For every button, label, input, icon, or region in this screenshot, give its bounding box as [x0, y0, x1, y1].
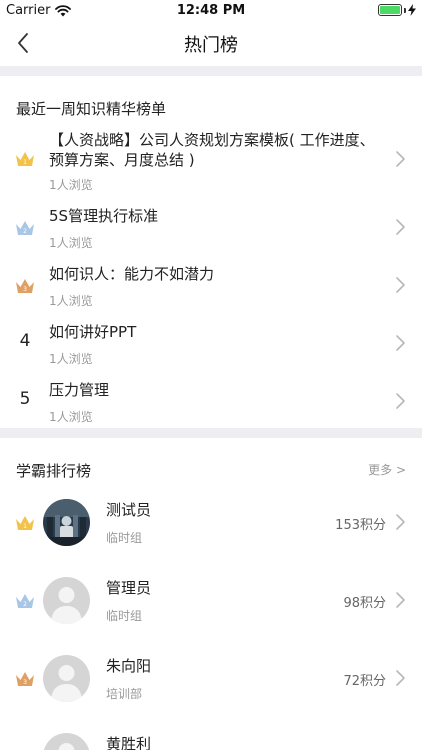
status-time: 12:48 PM: [176, 3, 246, 18]
chevron-right-icon: [396, 514, 405, 530]
section-divider: [0, 66, 422, 76]
chevron-right-icon: [396, 670, 405, 686]
user-group: 培训部: [106, 687, 143, 701]
photo-avatar-icon: [43, 499, 90, 546]
default-avatar-icon: [43, 733, 90, 750]
user-score: 72积分: [343, 674, 386, 689]
rank-number: 5: [19, 389, 31, 409]
svg-text:3: 3: [23, 679, 27, 686]
rank-badge: 5: [14, 388, 36, 410]
knowledge-item-3[interactable]: 3 如何识人：能力不如潜力 1人浏览: [0, 264, 422, 314]
battery-charging-icon: [378, 4, 416, 16]
user-score: 153积分: [335, 518, 386, 533]
leaderboard-row-1[interactable]: 1 测试员 临时组 153积分: [0, 484, 422, 562]
rank-badge: 3: [14, 668, 36, 690]
crown-gold-icon: 1: [16, 516, 34, 530]
svg-text:2: 2: [23, 228, 27, 235]
leaderboard-section-title: 学霸排行榜: [16, 462, 92, 480]
crown-silver-icon: 2: [16, 594, 34, 608]
rank-badge: 4: [14, 330, 36, 352]
user-name: 管理员: [106, 579, 152, 597]
avatar: [43, 655, 90, 702]
svg-text:1: 1: [23, 159, 27, 166]
knowledge-item-5[interactable]: 5 压力管理 1人浏览: [0, 380, 422, 430]
rank-badge: 3: [14, 275, 36, 297]
knowledge-section-title: 最近一周知识精华榜单: [16, 100, 167, 118]
chevron-right-icon: [396, 277, 405, 293]
crown-bronze-icon: 3: [16, 672, 34, 686]
chevron-right-icon: [396, 219, 405, 235]
knowledge-item-title: 如何讲好PPT: [49, 323, 137, 341]
knowledge-item-1[interactable]: 1 【人资战略】公司人资规划方案模板( 工作进度、预算方案、月度总结 ) 1人浏…: [0, 128, 422, 196]
knowledge-item-2[interactable]: 2 5S管理执行标准 1人浏览: [0, 206, 422, 256]
view-count: 1人浏览: [49, 294, 93, 308]
avatar: [43, 733, 90, 750]
knowledge-item-title: 5S管理执行标准: [49, 207, 159, 225]
leaderboard-row-4[interactable]: 黄胜利: [0, 718, 422, 750]
more-link[interactable]: 更多 >: [368, 461, 406, 478]
avatar: [43, 499, 90, 546]
section-divider: [0, 428, 422, 438]
view-count: 1人浏览: [49, 178, 93, 192]
user-name: 测试员: [106, 501, 152, 519]
rank-badge: 1: [14, 512, 36, 534]
crown-bronze-icon: 3: [16, 279, 34, 293]
chevron-right-icon: [396, 592, 405, 608]
rank-badge: 1: [14, 148, 36, 170]
svg-text:3: 3: [23, 286, 27, 293]
view-count: 1人浏览: [49, 410, 93, 424]
avatar: [43, 577, 90, 624]
user-name: 朱向阳: [106, 657, 152, 675]
rank-badge: 2: [14, 590, 36, 612]
crown-silver-icon: 2: [16, 221, 34, 235]
chevron-right-icon: [396, 393, 405, 409]
knowledge-item-title: 【人资战略】公司人资规划方案模板( 工作进度、预算方案、月度总结 ): [49, 131, 375, 169]
knowledge-item-title: 压力管理: [49, 381, 110, 399]
charging-bolt-icon: [408, 4, 416, 16]
view-count: 1人浏览: [49, 236, 93, 250]
user-group: 临时组: [106, 609, 143, 623]
svg-text:2: 2: [23, 601, 27, 608]
page-title: 热门榜: [184, 35, 238, 56]
view-count: 1人浏览: [49, 352, 93, 366]
leaderboard-row-3[interactable]: 3 朱向阳 培训部 72积分: [0, 640, 422, 718]
chevron-right-icon: [396, 151, 405, 167]
user-group: 临时组: [106, 531, 143, 545]
crown-gold-icon: 1: [16, 152, 34, 166]
leaderboard-row-2[interactable]: 2 管理员 临时组 98积分: [0, 562, 422, 640]
user-name: 黄胜利: [106, 735, 152, 750]
svg-text:1: 1: [23, 523, 27, 530]
user-score: 98积分: [343, 596, 386, 611]
rank-number: 4: [19, 331, 31, 351]
default-avatar-icon: [43, 577, 90, 624]
status-bar: Carrier 12:48 PM: [0, 0, 422, 22]
chevron-right-icon: [396, 335, 405, 351]
nav-bar: 热门榜: [0, 22, 422, 66]
default-avatar-icon: [43, 655, 90, 702]
knowledge-item-4[interactable]: 4 如何讲好PPT 1人浏览: [0, 322, 422, 372]
knowledge-item-title: 如何识人：能力不如潜力: [49, 265, 215, 283]
rank-badge: 2: [14, 217, 36, 239]
